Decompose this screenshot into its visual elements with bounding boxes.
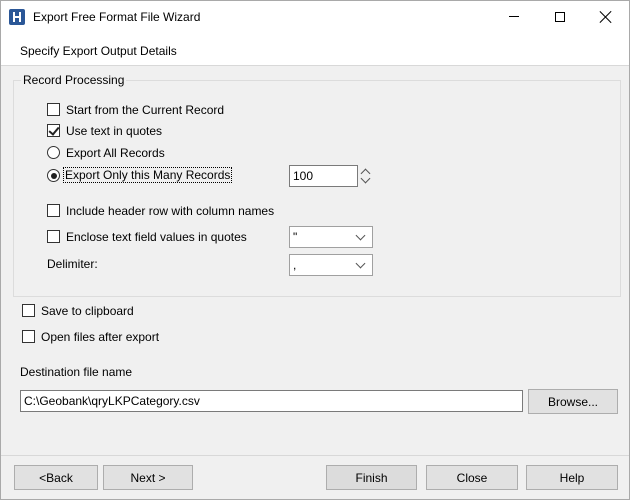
maximize-icon bbox=[555, 11, 565, 22]
close-icon bbox=[600, 11, 612, 23]
footer-divider bbox=[1, 455, 629, 456]
maximize-button[interactable] bbox=[537, 1, 583, 32]
start-current-label[interactable]: Start from the Current Record bbox=[66, 103, 224, 117]
spin-down-icon[interactable] bbox=[360, 173, 371, 184]
include-header-label[interactable]: Include header row with column names bbox=[66, 204, 274, 218]
title-bar: Export Free Format File Wizard bbox=[1, 1, 629, 32]
use-quotes-checkbox[interactable] bbox=[47, 124, 60, 137]
enclose-text-label[interactable]: Enclose text field values in quotes bbox=[66, 230, 247, 244]
quote-char-select[interactable]: " bbox=[289, 226, 373, 248]
delimiter-value: , bbox=[293, 258, 297, 272]
open-after-label[interactable]: Open files after export bbox=[41, 330, 159, 344]
export-many-radio[interactable] bbox=[47, 169, 60, 182]
close-window-button[interactable] bbox=[583, 1, 629, 32]
chevron-down-icon bbox=[355, 258, 366, 269]
chevron-down-icon bbox=[355, 230, 366, 241]
delimiter-label: Delimiter: bbox=[47, 257, 98, 271]
minimize-button[interactable] bbox=[491, 1, 537, 32]
start-current-checkbox[interactable] bbox=[47, 103, 60, 116]
group-legend: Record Processing bbox=[21, 73, 127, 87]
save-clipboard-checkbox[interactable] bbox=[22, 304, 35, 317]
browse-button[interactable]: Browse... bbox=[528, 389, 618, 414]
step-subtitle: Specify Export Output Details bbox=[20, 44, 177, 58]
record-count-input[interactable]: 100 bbox=[289, 165, 358, 187]
delimiter-select[interactable]: , bbox=[289, 254, 373, 276]
back-button[interactable]: <Back bbox=[14, 465, 98, 490]
export-all-radio[interactable] bbox=[47, 146, 60, 159]
record-count-spinner[interactable] bbox=[359, 165, 373, 187]
enclose-text-checkbox[interactable] bbox=[47, 230, 60, 243]
export-many-label-wrap[interactable]: Export Only this Many Records bbox=[63, 167, 233, 183]
quote-char-value: " bbox=[293, 230, 298, 244]
destination-label: Destination file name bbox=[20, 365, 133, 379]
close-button[interactable]: Close bbox=[426, 465, 518, 490]
next-button[interactable]: Next > bbox=[103, 465, 193, 490]
help-button[interactable]: Help bbox=[526, 465, 618, 490]
app-icon bbox=[9, 9, 25, 25]
use-quotes-label[interactable]: Use text in quotes bbox=[66, 124, 162, 138]
wizard-window: Export Free Format File Wizard Specify E… bbox=[0, 0, 630, 500]
include-header-checkbox[interactable] bbox=[47, 204, 60, 217]
finish-button[interactable]: Finish bbox=[326, 465, 417, 490]
export-all-label[interactable]: Export All Records bbox=[66, 146, 165, 160]
destination-input[interactable]: C:\Geobank\qryLKPCategory.csv bbox=[20, 390, 523, 412]
window-title: Export Free Format File Wizard bbox=[33, 10, 201, 24]
wizard-header: Specify Export Output Details bbox=[1, 32, 629, 66]
export-many-label[interactable]: Export Only this Many Records bbox=[63, 167, 233, 183]
save-clipboard-label[interactable]: Save to clipboard bbox=[41, 304, 134, 318]
open-after-checkbox[interactable] bbox=[22, 330, 35, 343]
minimize-icon bbox=[509, 16, 519, 17]
